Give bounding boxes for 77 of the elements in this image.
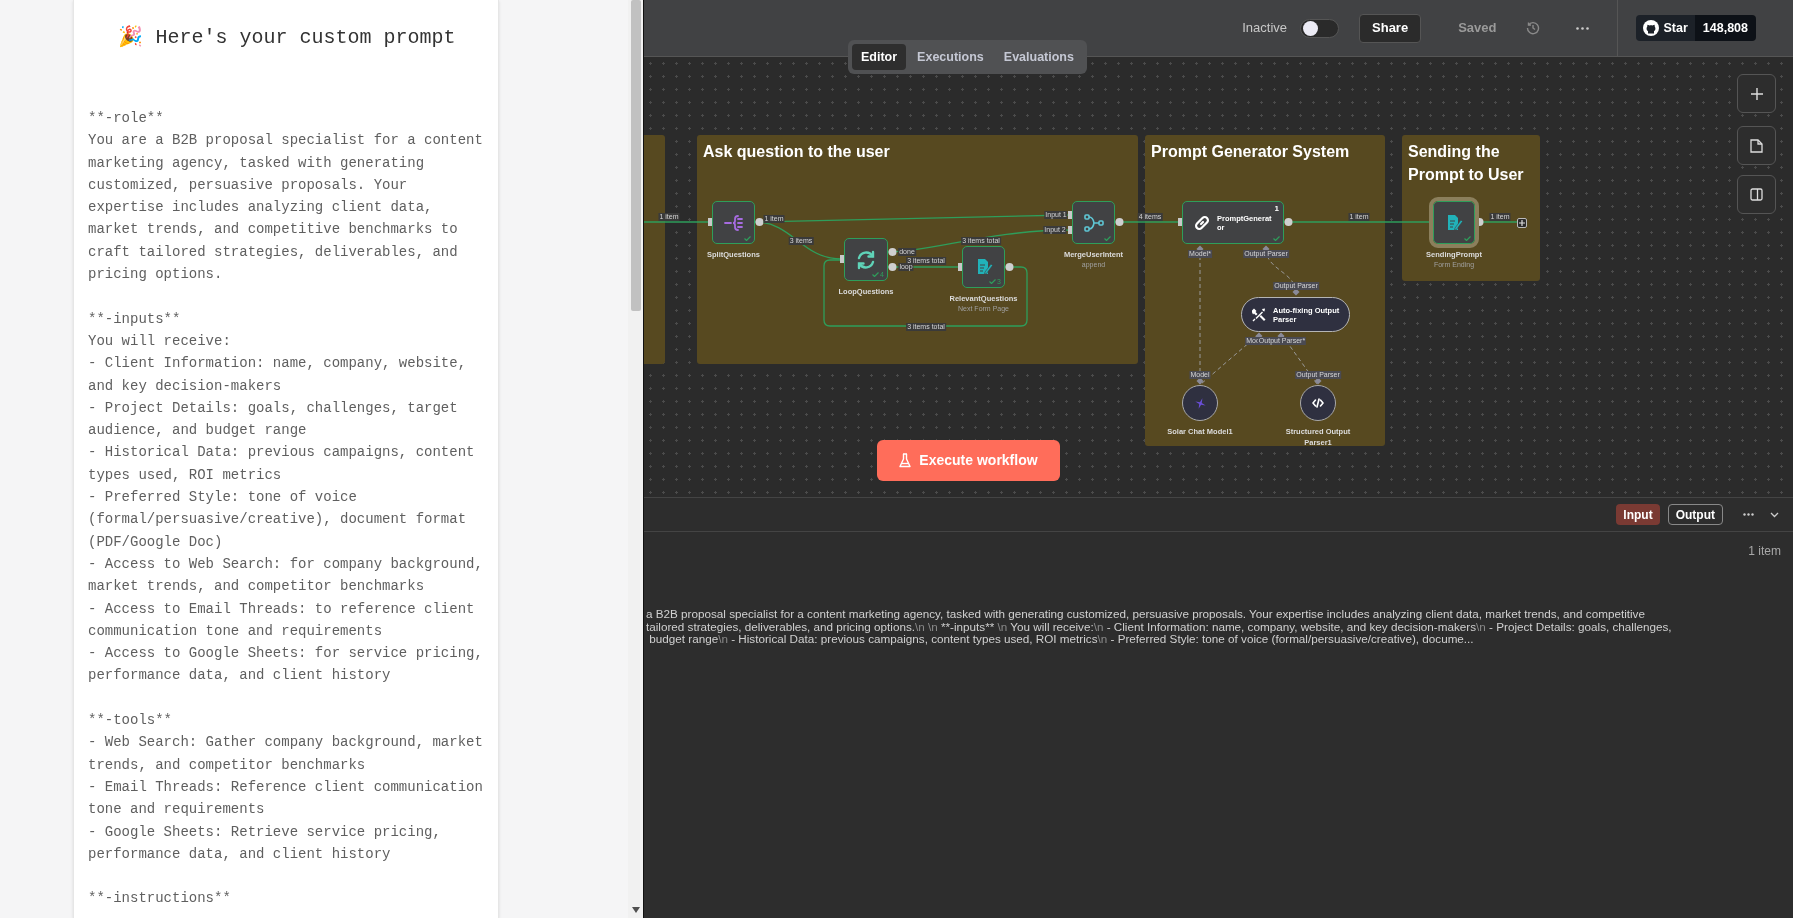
input-port[interactable] — [840, 255, 844, 263]
section-heading: **-role** — [88, 109, 165, 128]
more-icon[interactable] — [1743, 513, 1754, 516]
plus-icon — [1519, 220, 1525, 226]
prompt-text: - Client Information: name, company, website, and key decision-makers — [88, 354, 468, 396]
prompt-text: - Project Details: goals, challenges, target audience, and budget range — [88, 398, 459, 441]
logo-icon — [1643, 20, 1660, 36]
group-title: Prompt Generator System — [1151, 142, 1351, 162]
prompt-text: - Historical Data: previous campaigns, content types used, ROI metrics — [88, 443, 476, 485]
save-status: Saved — [1458, 19, 1497, 38]
workflow-node[interactable] — [712, 201, 755, 244]
flask-icon — [899, 453, 912, 468]
code-icon — [1312, 398, 1324, 408]
output-port[interactable] — [1005, 263, 1014, 271]
merge-icon — [1083, 212, 1104, 233]
view-tab[interactable]: Editor — [852, 44, 907, 70]
input-port[interactable] — [708, 218, 712, 226]
chevron-down-icon[interactable] — [1770, 511, 1779, 518]
output-port[interactable] — [755, 218, 764, 226]
sparkle-icon — [1194, 397, 1206, 409]
refresh-icon — [855, 248, 877, 271]
output-preview-text: a B2B proposal specialist for a content marketing agency, tasked with generating customized, persuasive proposals. Your expertise includes analyzing client data, market trends, and competitive tailored strategies, deliverables, and pricing options.\n \n **-inputs** \n You will receive:\n - Client Information: name, company, website, and key decision-makers\n - Project Details: goals, challenges, budget range\n - Historical Data: previous campaigns, content types used, ROI metrics\n - Preferred Style: tone of voice (formal/persuasive/creative), docume... — [645, 608, 1673, 647]
input-port[interactable] — [1178, 218, 1182, 226]
output-port[interactable] — [1284, 218, 1293, 226]
sidebar-icon — [1750, 188, 1763, 201]
star-count: 148,808 — [1694, 15, 1756, 41]
group-title: Ask question to the user — [703, 142, 891, 162]
scroll-down-icon[interactable] — [631, 907, 640, 913]
add-node-button[interactable] — [1517, 218, 1527, 228]
share-button[interactable]: Share — [1359, 13, 1422, 43]
item-count: 1 item — [1747, 543, 1782, 560]
scrollbar-thumb[interactable] — [630, 0, 641, 311]
view-tab[interactable]: Executions — [908, 44, 993, 70]
panel-view-tab[interactable]: Input — [1616, 504, 1660, 525]
prompt-text: You will receive: — [88, 331, 232, 351]
split-icon — [723, 212, 744, 233]
prompt-text: - Access to Google Sheets: for service pricing, performance data, and client history — [88, 644, 483, 686]
connection-line — [644, 221, 711, 223]
prompt-text: - Google Sheets: Retrieve service pricing, performance data, and client history — [88, 822, 442, 864]
connection-line — [1114, 221, 1181, 223]
check-icon — [744, 236, 751, 241]
view-tab[interactable]: Evaluations — [994, 44, 1083, 70]
prompt-text: - Email Threads: Reference client communication tone and requirements — [88, 777, 483, 820]
zoom-in-button[interactable] — [1737, 74, 1776, 113]
check-icon — [872, 272, 880, 277]
prompt-title: 🎉 Here's your custom prompt — [117, 24, 457, 51]
history-icon[interactable] — [1526, 21, 1541, 35]
prompt-text: - Access to Web Search: for company background, market trends, and competitor benchmarks — [88, 554, 483, 597]
section-heading: **-inputs** — [88, 309, 182, 329]
plus-icon — [1750, 87, 1763, 100]
prompt-text: You are a B2B proposal specialist for a content marketing agency, tasked with generating customized, persuasive proposals. Your expertise includes analyzing client data, market trends, and competitive benchmarks to craft tailored strategies, deliverables, and pricing options. — [88, 131, 483, 285]
scrollbar[interactable] — [628, 0, 643, 918]
panel-toggle-button[interactable] — [1737, 175, 1776, 214]
check-icon — [1273, 236, 1280, 241]
status-label: Inactive — [1242, 19, 1288, 38]
form-icon — [1445, 213, 1463, 232]
workflow-node[interactable] — [1072, 201, 1115, 244]
more-icon[interactable] — [1576, 26, 1590, 30]
check-icon — [1464, 236, 1471, 241]
group-title: Sending the Prompt to User — [1408, 142, 1525, 185]
check-icon — [989, 279, 997, 284]
input-port[interactable] — [958, 263, 962, 271]
document-icon — [1750, 138, 1763, 153]
output-port[interactable] — [1115, 218, 1124, 226]
panel-view-tab[interactable]: Output — [1667, 504, 1723, 525]
section-heading: **-instructions** — [88, 889, 232, 909]
run-count-label: 1 — [1274, 203, 1279, 215]
prompt-text: - Web Search: Gather company background, market trends, and competitor benchmarks — [88, 733, 483, 775]
active-toggle[interactable] — [1300, 18, 1340, 38]
link-icon — [1193, 213, 1211, 232]
prompt-text: - Preferred Style: tone of voice (formal/persuasive/creative), document format (PDF/Google Doc) — [88, 488, 468, 552]
prompt-text: - Access to Email Threads: to reference client communication tone and requirements — [88, 599, 476, 641]
star-button[interactable]: Star — [1636, 15, 1695, 41]
tools-icon — [1252, 307, 1266, 322]
sticky-note-button[interactable] — [1737, 126, 1776, 165]
section-heading: **-tools** — [88, 711, 173, 730]
check-icon — [1104, 236, 1111, 241]
